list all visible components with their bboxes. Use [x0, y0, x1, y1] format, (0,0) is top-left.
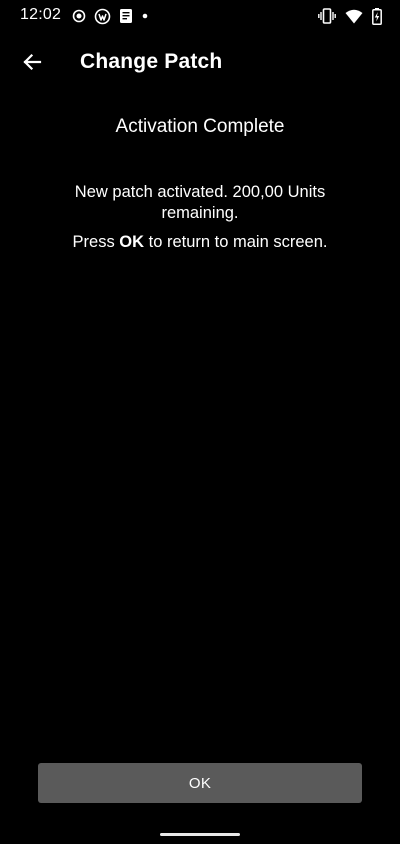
- gesture-nav-handle[interactable]: [160, 833, 240, 836]
- return-instruction: Press OK to return to main screen.: [0, 232, 400, 253]
- battery-charging-icon: [372, 7, 382, 25]
- activation-message: New patch activated. 200,00 Units remain…: [74, 183, 326, 222]
- activation-content: Activation Complete New patch activated.…: [0, 112, 400, 253]
- status-bar: 12:02: [0, 0, 400, 32]
- vibrate-icon: [318, 8, 336, 24]
- instruction-suffix: to return to main screen.: [144, 233, 328, 251]
- record-icon: [72, 9, 86, 23]
- notification-icons: [72, 7, 149, 25]
- wifi-icon: [345, 9, 363, 24]
- dot-icon: [141, 12, 149, 20]
- app-bar: Change Patch: [0, 32, 400, 92]
- arrow-back-icon: [22, 52, 42, 72]
- instruction-ok-text: OK: [119, 233, 145, 251]
- document-icon: [119, 8, 133, 24]
- back-button[interactable]: [10, 40, 54, 84]
- system-icons: [318, 6, 382, 26]
- instruction-prefix: Press: [72, 233, 120, 251]
- page-title: Change Patch: [80, 50, 223, 73]
- status-time: 12:02: [20, 6, 62, 23]
- vpn-key-icon: [94, 8, 111, 25]
- activation-heading: Activation Complete: [115, 116, 285, 137]
- ok-button[interactable]: OK: [38, 763, 362, 803]
